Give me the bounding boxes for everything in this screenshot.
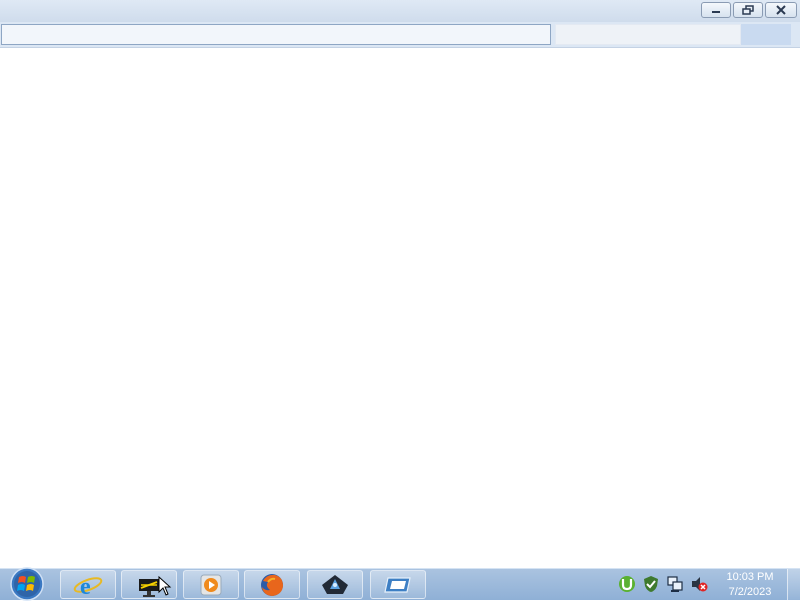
taskbar-internet-explorer[interactable]: e xyxy=(60,570,116,599)
volume-muted-icon[interactable] xyxy=(690,575,708,593)
content-area xyxy=(0,48,800,568)
search-input[interactable] xyxy=(555,24,741,45)
minimize-button[interactable] xyxy=(701,2,731,18)
taskbar-window-app[interactable] xyxy=(370,570,426,599)
cm-app-icon xyxy=(139,578,159,597)
address-input[interactable] xyxy=(1,24,551,45)
svg-text:e: e xyxy=(80,574,91,598)
close-button[interactable] xyxy=(765,2,797,18)
minimize-icon xyxy=(712,11,720,13)
close-icon xyxy=(776,5,786,15)
security-shield-icon[interactable] xyxy=(642,575,660,593)
search-button[interactable] xyxy=(741,24,791,45)
system-clock[interactable]: 10:03 PM 7/2/2023 xyxy=(720,570,780,600)
start-button[interactable] xyxy=(4,566,50,602)
system-tray xyxy=(612,569,722,600)
show-desktop-button[interactable] xyxy=(787,569,800,600)
dark-app-icon xyxy=(322,574,348,594)
taskbar-media-player[interactable] xyxy=(183,570,239,599)
internet-explorer-icon: e xyxy=(73,574,103,598)
taskbar-dark-app[interactable] xyxy=(307,570,363,599)
title-bar[interactable] xyxy=(0,0,800,22)
clock-time: 10:03 PM xyxy=(726,571,774,583)
firefox-icon xyxy=(261,573,283,596)
windows-start-icon xyxy=(10,567,44,601)
taskbar-cm-app[interactable] xyxy=(121,570,177,599)
taskbar: e 10:03 PM 7/2/2023 xyxy=(0,566,800,602)
media-player-icon xyxy=(200,574,222,595)
network-icon[interactable] xyxy=(666,575,684,593)
application-window xyxy=(0,0,800,568)
utorrent-icon[interactable] xyxy=(618,575,636,593)
restore-icon xyxy=(742,5,754,15)
window-app-icon xyxy=(384,576,411,593)
toolbar xyxy=(0,22,800,48)
restore-button[interactable] xyxy=(733,2,763,18)
clock-date: 7/2/2023 xyxy=(728,586,772,598)
taskbar-firefox[interactable] xyxy=(244,570,300,599)
